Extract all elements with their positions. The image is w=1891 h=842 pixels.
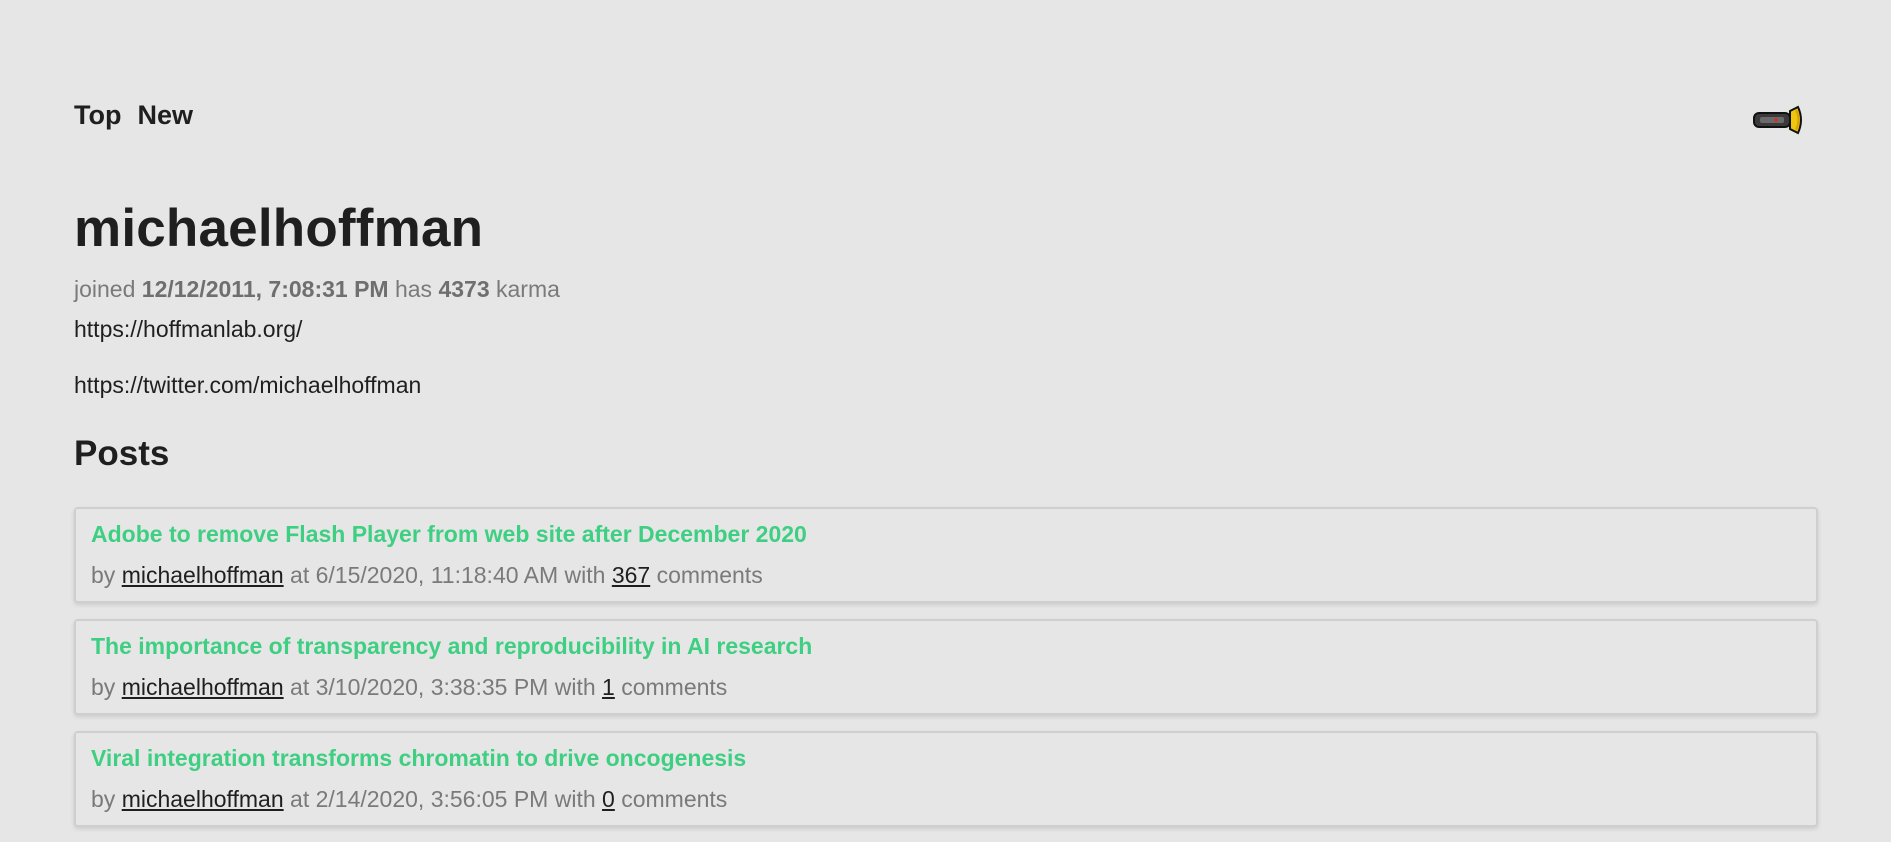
by-label: by [91,674,116,700]
karma-value: 4373 [438,276,490,302]
karma-label: karma [496,276,560,302]
joined-prefix: joined [74,276,136,302]
with-label: with [564,562,606,588]
post-card: Viral integration transforms chromatin t… [74,731,1818,827]
comments-label: comments [621,674,728,700]
post-comments-link[interactable]: 1 [602,674,615,700]
at-label: at [290,786,310,812]
post-meta: by michaelhoffman at 6/15/2020, 11:18:40… [91,562,1801,589]
nav-new-link[interactable]: New [137,100,193,131]
at-label: at [290,674,310,700]
post-card: The importance of transparency and repro… [74,619,1818,715]
has-label: has [394,276,433,302]
post-author-link[interactable]: michaelhoffman [122,786,284,812]
post-time: 2/14/2020, 3:56:05 PM [315,786,549,812]
post-title-link[interactable]: Viral integration transforms chromatin t… [91,745,1801,772]
profile-meta: joined 12/12/2011, 7:08:31 PM has 4373 k… [74,276,560,303]
flashlight-icon[interactable] [1752,104,1806,136]
post-meta: by michaelhoffman at 3/10/2020, 3:38:35 … [91,674,1801,701]
posts-list: Adobe to remove Flash Player from web si… [74,507,1818,842]
comments-label: comments [621,786,728,812]
by-label: by [91,562,116,588]
post-meta: by michaelhoffman at 2/14/2020, 3:56:05 … [91,786,1801,813]
post-time: 3/10/2020, 3:38:35 PM [315,674,549,700]
by-label: by [91,786,116,812]
about-line-website: https://hoffmanlab.org/ [74,316,303,342]
post-card: Adobe to remove Flash Player from web si… [74,507,1818,603]
about-line-twitter: https://twitter.com/michaelhoffman [74,372,422,398]
comments-label: comments [656,562,763,588]
post-title-link[interactable]: Adobe to remove Flash Player from web si… [91,521,1801,548]
profile-username: michaelhoffman [74,199,484,258]
top-nav: Top New [74,100,193,131]
with-label: with [554,674,596,700]
with-label: with [554,786,596,812]
post-author-link[interactable]: michaelhoffman [122,562,284,588]
post-title-link[interactable]: The importance of transparency and repro… [91,633,1801,660]
joined-date: 12/12/2011, 7:08:31 PM [141,276,389,302]
post-time: 6/15/2020, 11:18:40 AM [315,562,559,588]
at-label: at [290,562,310,588]
post-comments-link[interactable]: 367 [612,562,650,588]
flashlight-icon-graphic [1753,105,1802,135]
nav-top-link[interactable]: Top [74,100,121,131]
post-comments-link[interactable]: 0 [602,786,615,812]
posts-section-title: Posts [74,434,170,473]
page: Top New michaelhoffman joined 12/12/2011… [0,0,1891,842]
post-author-link[interactable]: michaelhoffman [122,674,284,700]
